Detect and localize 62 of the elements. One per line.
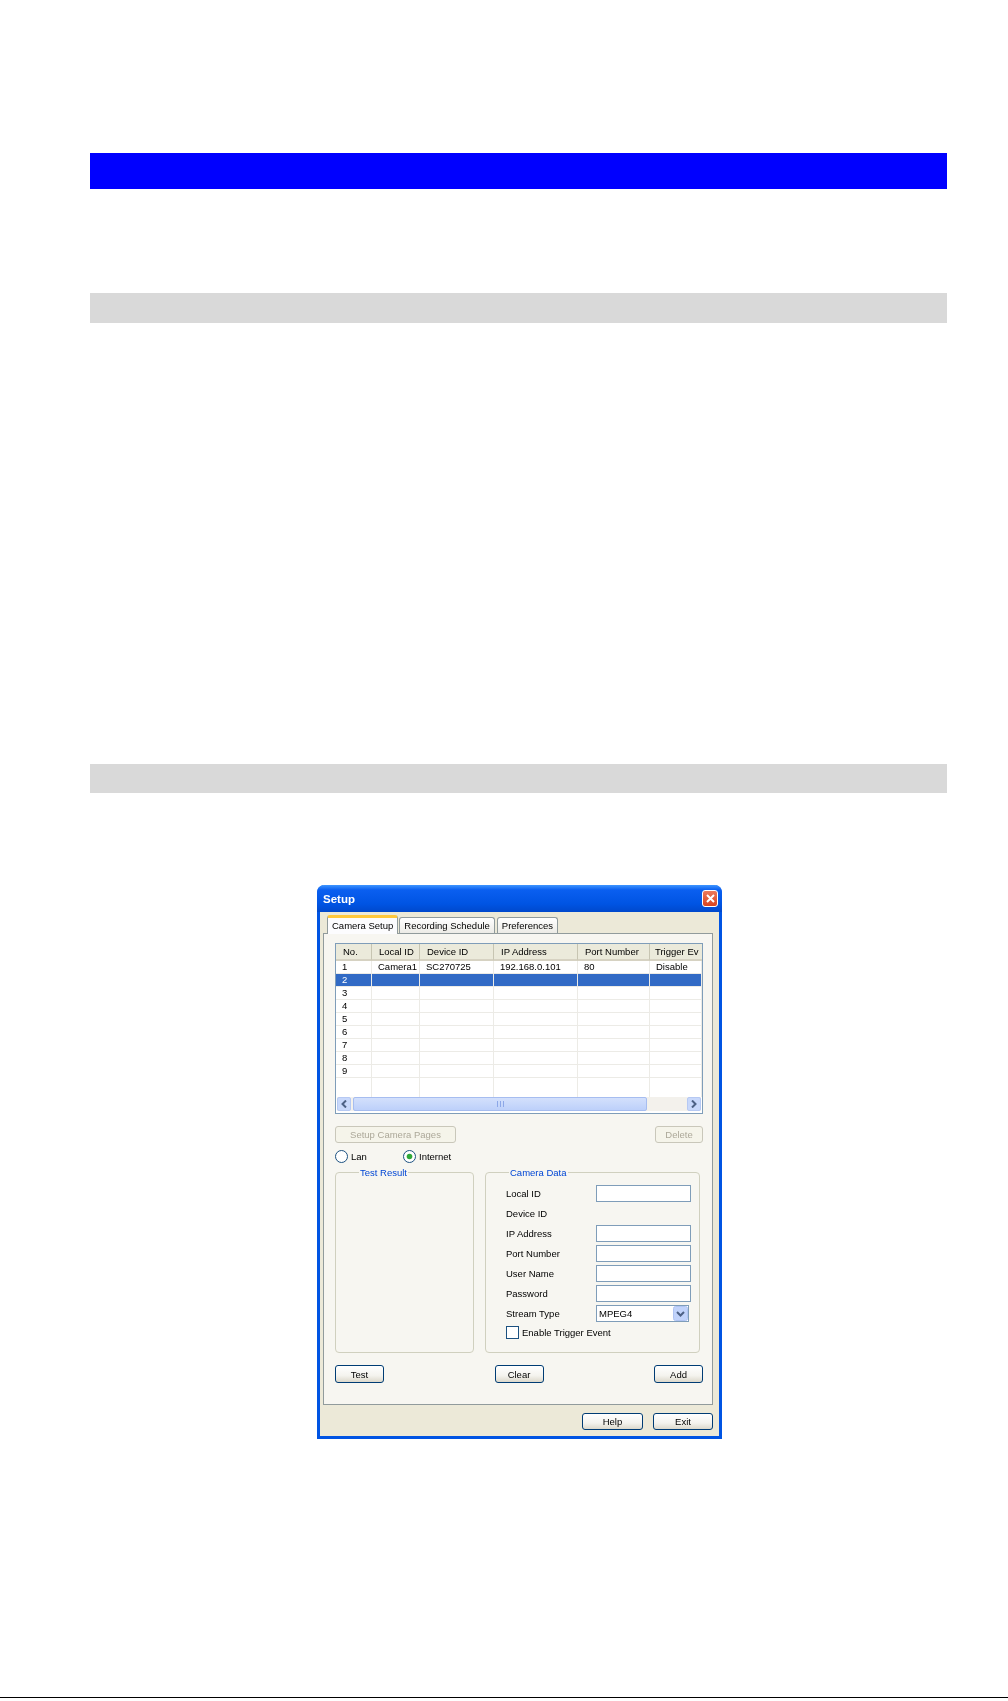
table-cell: 4 [336, 1000, 372, 1013]
column-header[interactable]: Local ID [372, 944, 420, 961]
button[interactable]: Exit [653, 1413, 713, 1430]
group-title: Test Result [359, 1166, 408, 1179]
button[interactable]: Clear [494, 1365, 544, 1383]
text-field[interactable] [596, 1185, 691, 1202]
checkbox-label[interactable]: Enable Trigger Event [522, 1327, 611, 1338]
column-header[interactable]: Trigger Ev [650, 944, 702, 961]
grip-icon [496, 1101, 504, 1107]
table-cell: 3 [336, 987, 372, 1000]
window-title: Setup [323, 892, 355, 905]
field-label: Port Number [506, 1248, 561, 1259]
button[interactable]: Test [335, 1365, 384, 1383]
caret-icon [673, 1306, 688, 1321]
table-row[interactable]: 9 [336, 1065, 702, 1078]
button[interactable]: Add [654, 1365, 703, 1383]
radio-label[interactable]: Internet [419, 1150, 452, 1162]
field-label: Device ID [506, 1208, 549, 1219]
table-cell: 8 [336, 1052, 372, 1065]
table-row[interactable]: 7 [336, 1039, 702, 1052]
radio-button[interactable] [403, 1149, 416, 1163]
column-header[interactable]: IP Address [494, 944, 578, 961]
text-field[interactable] [596, 1265, 691, 1282]
field-label: Local ID [506, 1188, 542, 1199]
tab[interactable]: Camera Setup [327, 915, 399, 934]
field-label: IP Address [506, 1228, 553, 1239]
column-header[interactable]: Port Number [578, 944, 650, 961]
field-label: Password [506, 1288, 549, 1299]
radio-button[interactable] [335, 1149, 348, 1163]
scrollbar-thumb[interactable] [353, 1097, 647, 1111]
tab[interactable]: Preferences [496, 917, 559, 933]
text-field[interactable] [596, 1245, 691, 1262]
field-label: Stream Type [506, 1308, 561, 1319]
column-header[interactable]: Device ID [420, 944, 494, 961]
tab[interactable]: Recording Schedule [399, 917, 495, 933]
left-chevron-icon [341, 1100, 347, 1108]
radio-label[interactable]: Lan [351, 1150, 367, 1162]
text-field[interactable] [596, 1225, 691, 1242]
checkbox[interactable] [506, 1326, 519, 1339]
table-row[interactable]: 2 [336, 974, 702, 987]
scroll-left-button[interactable] [337, 1097, 351, 1111]
table-cell: 2 [336, 974, 372, 987]
horizontal-scrollbar[interactable] [337, 1097, 701, 1111]
scroll-right-button[interactable] [687, 1097, 701, 1111]
table-cell: 6 [336, 1026, 372, 1039]
button[interactable]: Help [582, 1413, 643, 1430]
text-field[interactable] [596, 1285, 691, 1302]
field-label: User Name [506, 1268, 556, 1279]
close-icon [705, 894, 715, 903]
table-row[interactable]: 5 [336, 1013, 702, 1026]
dropdown[interactable]: MPEG4 [596, 1305, 689, 1322]
table-cell: 9 [336, 1065, 372, 1078]
group-title: Camera Data [509, 1166, 568, 1179]
table-row[interactable]: 6 [336, 1026, 702, 1039]
table-row[interactable]: 8 [336, 1052, 702, 1065]
table-row[interactable]: 4 [336, 1000, 702, 1013]
column-header[interactable]: No. [336, 944, 372, 961]
table-cell: 5 [336, 1013, 372, 1026]
table-row[interactable]: 3 [336, 987, 702, 1000]
close-button[interactable] [702, 890, 718, 907]
right-chevron-icon [691, 1100, 697, 1108]
table-cell: 7 [336, 1039, 372, 1052]
